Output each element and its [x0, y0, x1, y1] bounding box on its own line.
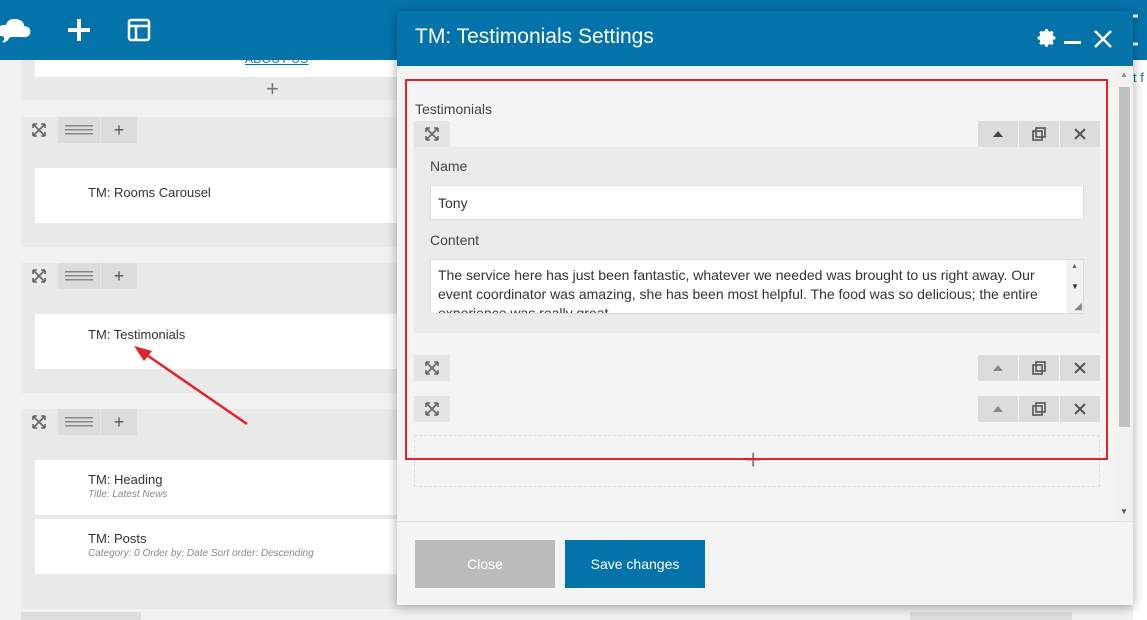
- row-block: [21, 60, 398, 100]
- save-changes-button[interactable]: Save changes: [565, 540, 705, 588]
- drag-handle-icon[interactable]: [58, 263, 100, 289]
- element-card[interactable]: TM: Rooms Carousel: [35, 168, 398, 223]
- scrollbar-thumb[interactable]: [1119, 87, 1130, 427]
- close-button[interactable]: Close: [415, 540, 555, 588]
- modal-body: Testimonials Name Content The service he…: [397, 66, 1133, 521]
- add-column-plus-icon[interactable]: +: [101, 117, 137, 143]
- row-controls: +: [21, 117, 138, 143]
- expand-icon[interactable]: [21, 409, 57, 435]
- close-icon[interactable]: [1092, 28, 1114, 50]
- row-controls-stub: [21, 612, 141, 620]
- add-column-plus-icon[interactable]: +: [101, 409, 137, 435]
- element-card[interactable]: TM: Heading Title: Latest News: [35, 460, 398, 515]
- element-card[interactable]: TM: Posts Category: 0 Order by: Date Sor…: [35, 519, 398, 574]
- add-element-plus-icon[interactable]: +: [266, 76, 279, 102]
- row-controls: +: [21, 409, 138, 435]
- highlight-box: [405, 79, 1108, 460]
- right-page-strip: [1133, 60, 1147, 620]
- row-block: + TM: Testimonials: [21, 263, 398, 393]
- layout-icon[interactable]: [121, 12, 157, 48]
- modal-footer: Close Save changes: [397, 521, 1133, 605]
- scroll-up-icon[interactable]: ▲: [1120, 70, 1128, 79]
- settings-modal: TM: Testimonials Settings Testimonials N…: [397, 11, 1133, 605]
- about-us-link[interactable]: ABOUT US: [245, 52, 309, 66]
- element-title: TM: Heading: [88, 472, 163, 487]
- minimize-icon[interactable]: [1064, 41, 1081, 44]
- drag-handle-icon[interactable]: [58, 409, 100, 435]
- add-element-icon[interactable]: [61, 12, 97, 48]
- row-block: + TM: Rooms Carousel: [21, 117, 398, 247]
- expand-icon[interactable]: [21, 117, 57, 143]
- modal-header: TM: Testimonials Settings: [397, 11, 1133, 66]
- element-card: [35, 60, 398, 77]
- gear-icon[interactable]: [1034, 26, 1058, 50]
- right-partial-link[interactable]: t f: [1133, 70, 1144, 85]
- element-title: TM: Posts: [88, 531, 147, 546]
- cloud-logo-icon[interactable]: [0, 12, 32, 48]
- row-block: + TM: Heading Title: Latest News TM: Pos…: [21, 409, 398, 609]
- element-title: TM: Testimonials: [88, 327, 186, 342]
- drag-handle-icon[interactable]: [58, 117, 100, 143]
- modal-scrollbar[interactable]: ▲ ▼: [1116, 66, 1133, 521]
- element-card[interactable]: TM: Testimonials: [35, 314, 398, 369]
- row-controls-stub: [910, 612, 1072, 620]
- element-subtitle: Title: Latest News: [88, 489, 168, 500]
- scroll-down-icon[interactable]: ▼: [1120, 507, 1128, 516]
- builder-canvas: ABOUT US + + TM: Rooms Carousel + TM: Te…: [0, 52, 398, 620]
- add-column-plus-icon[interactable]: +: [101, 263, 137, 289]
- element-subtitle: Category: 0 Order by: Date Sort order: D…: [88, 548, 314, 559]
- expand-icon[interactable]: [21, 263, 57, 289]
- row-controls: +: [21, 263, 138, 289]
- modal-title: TM: Testimonials Settings: [415, 25, 654, 48]
- element-title: TM: Rooms Carousel: [88, 185, 211, 200]
